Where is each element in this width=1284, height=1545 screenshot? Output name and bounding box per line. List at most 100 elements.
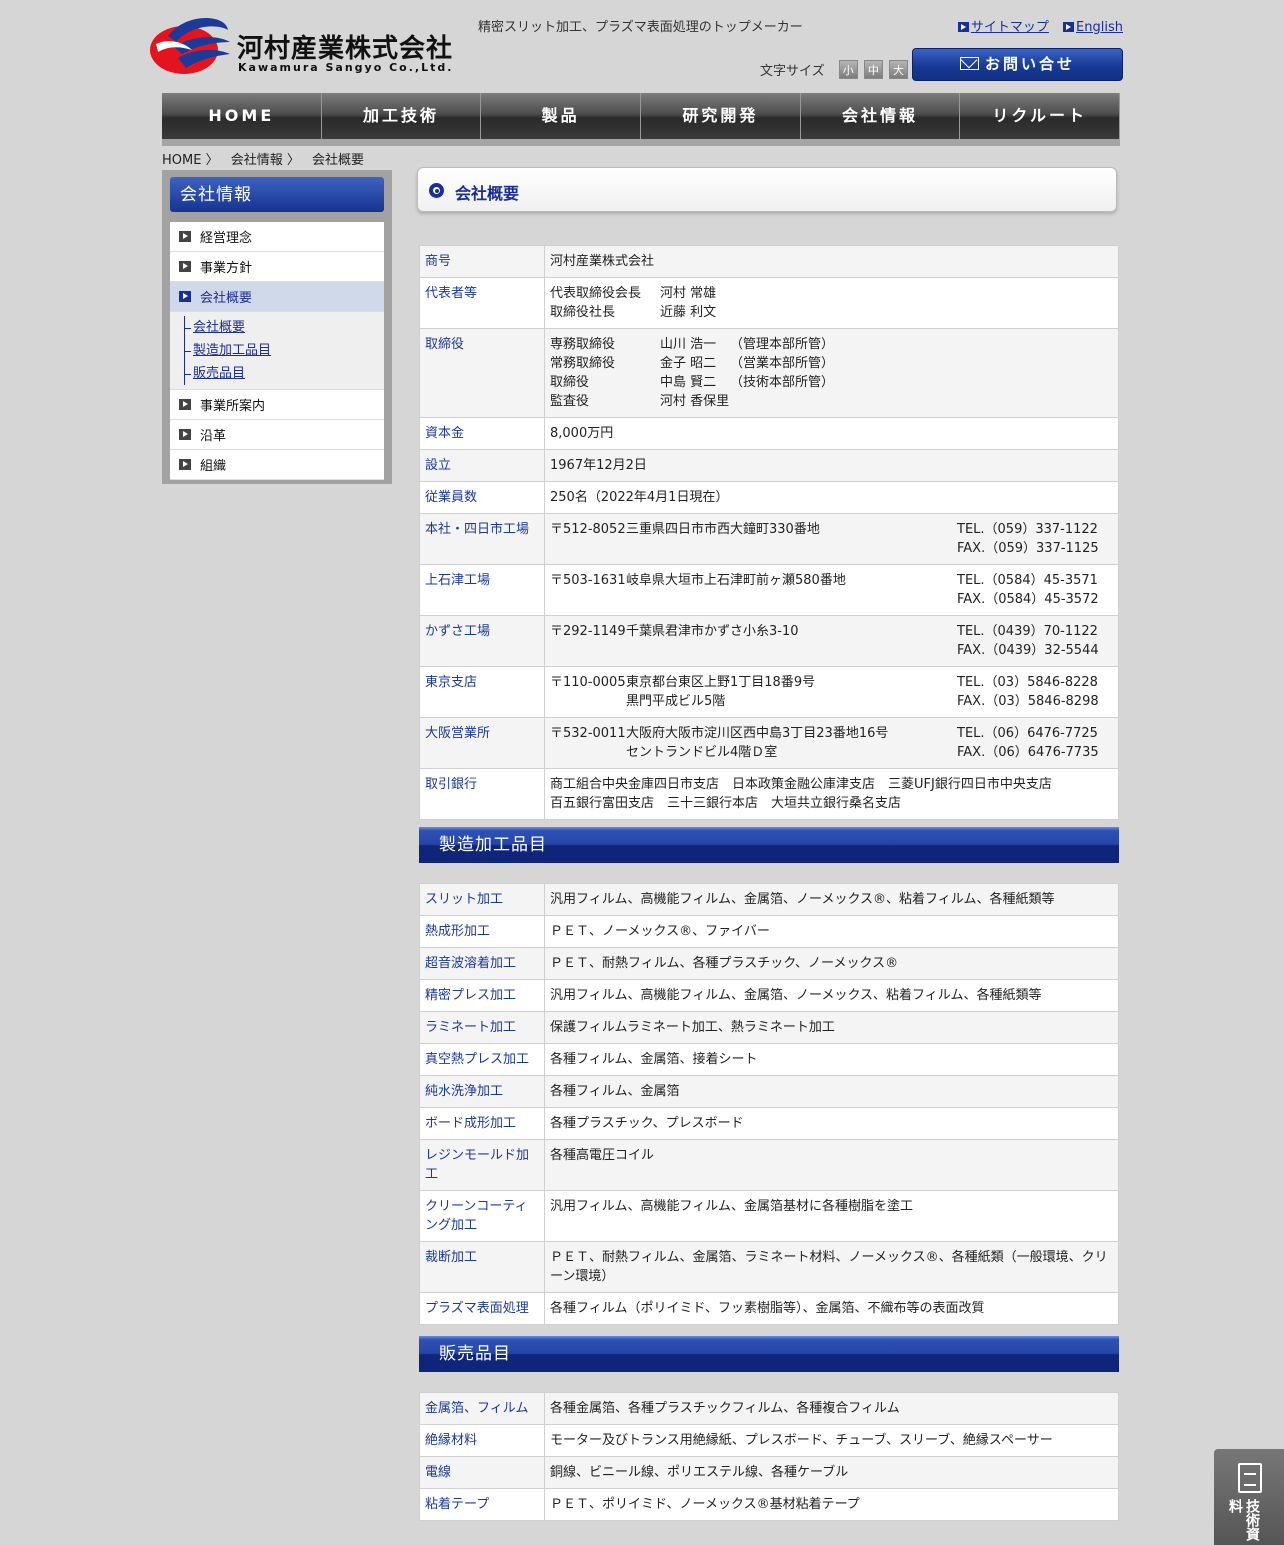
sidebar-item-organization[interactable]: 組織	[170, 450, 384, 480]
sitemap-link[interactable]: サイトマップ	[957, 20, 1049, 35]
table-row: 純水洗浄加工 各種フィルム、金属箔	[419, 1075, 1119, 1108]
sales-table: 金属箔、フィルム 各種金属箔、各種プラスチックフィルム、各種複合フィルム 絶縁材料モ…	[419, 1392, 1119, 1521]
row-value: 各種フィルム、金属箔	[544, 1075, 1119, 1108]
font-size-medium-button[interactable]: 中	[863, 60, 883, 79]
sidebar-item-philosophy[interactable]: 経営理念	[170, 222, 384, 252]
table-row: 裁断加工 ＰＥＴ、耐熱フィルム、金属箔、ラミネート材料、ノーメックス®、各種紙類（…	[419, 1241, 1119, 1293]
breadcrumb-home[interactable]: HOME 〉	[162, 153, 219, 168]
row-value: モーター及びトランス用絶縁紙、プレスボード、チューブ、スリーブ、絶縁スペーサー	[544, 1424, 1119, 1457]
row-value: 汎用フィルム、高機能フィルム、金属箔、ノーメックス、粘着フィルム、各種紙類等	[544, 979, 1119, 1012]
sidebar-menu: 経営理念 事業方針 会社概要 会社概要 製造加工品目 販売品目 事業所案内 沿革…	[170, 222, 384, 480]
fax-number: FAX.（03）5846-8298	[957, 694, 1099, 709]
document-icon	[1238, 1463, 1262, 1493]
row-label: 超音波溶着加工	[419, 947, 545, 980]
responsibility: （営業本部所管）	[730, 356, 835, 371]
global-nav: HOME 加工技術 製品 研究開発 会社情報 リクルート	[162, 93, 1121, 146]
sidebar-subitem-sales[interactable]: 販売品目	[184, 362, 384, 385]
address-line: 東京都台東区上野1丁目18番9号	[626, 675, 816, 690]
row-label: 電線	[419, 1456, 545, 1489]
font-size-small-button[interactable]: 小	[838, 60, 858, 79]
nav-company-info[interactable]: 会社情報	[800, 93, 961, 139]
contact-button[interactable]: お問い合せ	[912, 48, 1123, 81]
person-name: 河村 香保里	[660, 394, 730, 409]
table-row: 真空熱プレス加工 各種フィルム、金属箔、接着シート	[419, 1043, 1119, 1076]
font-size-large-button[interactable]: 大	[889, 60, 909, 79]
address-line: 千葉県君津市かずさ小糸3-10	[626, 624, 799, 639]
postal-code: 〒292-1149	[550, 624, 626, 639]
arrow-icon	[179, 459, 191, 470]
nav-home[interactable]: HOME	[162, 93, 322, 139]
fax-number: FAX.（06）6476-7735	[957, 745, 1099, 760]
technical-documents-tab[interactable]: 技術資料	[1214, 1449, 1284, 1545]
person-name: 中島 賢二	[660, 375, 717, 390]
technical-documents-label: 技術資料	[1227, 1499, 1260, 1541]
top-links: サイトマップ English	[948, 16, 1123, 35]
table-row: 絶縁材料 モーター及びトランス用絶縁紙、プレスボード、チューブ、スリーブ、絶縁スペ…	[419, 1424, 1119, 1457]
table-row: 上石津工場 〒503-1631 岐阜県大垣市上石津町前ヶ瀬580番地 TEL.（…	[419, 564, 1119, 616]
table-row: 代表者等 代表取締役会長 河村 常雄 取締役社長 近藤 利文	[419, 277, 1119, 329]
row-label: 真空熱プレス加工	[419, 1043, 545, 1076]
english-label: English	[1076, 20, 1123, 35]
arrow-icon	[179, 261, 191, 272]
row-label: 資本金	[419, 417, 545, 450]
bullet-icon	[429, 183, 444, 198]
sidebar-submenu: 会社概要 製造加工品目 販売品目	[170, 312, 384, 390]
sidebar-item-label: 沿革	[200, 429, 227, 444]
sidebar-subitem-overview[interactable]: 会社概要	[184, 316, 384, 339]
table-row: 商号 河村産業株式会社	[419, 245, 1119, 278]
row-value: 河村産業株式会社	[544, 245, 1119, 278]
office-name: かずさ工場	[419, 615, 545, 667]
sidebar-item-policy[interactable]: 事業方針	[170, 252, 384, 282]
row-label: 粘着テープ	[419, 1488, 545, 1521]
row-value: 汎用フィルム、高機能フィルム、金属箔基材に各種樹脂を塗工	[544, 1190, 1119, 1242]
row-label: 金属箔、フィルム	[419, 1392, 545, 1425]
fax-number: FAX.（059）337-1125	[957, 541, 1099, 556]
logo-mark-icon	[150, 17, 230, 74]
row-label: 取引銀行	[419, 768, 545, 820]
table-row: 従業員数 250名（2022年4月1日現在）	[419, 481, 1119, 514]
nav-products[interactable]: 製品	[481, 93, 642, 139]
office-details: 〒532-0011 大阪府大阪市淀川区西中島3丁目23番地16号 セントランドビル…	[544, 717, 1119, 769]
arrow-icon	[179, 291, 191, 302]
responsibility: （管理本部所管）	[730, 337, 835, 352]
row-value: 専務取締役 山川 浩一 （管理本部所管） 常務取締役 金子 昭二 （営業本部所管） 取締…	[544, 328, 1119, 418]
sitemap-label: サイトマップ	[970, 20, 1049, 35]
row-value: ＰＥＴ、耐熱フィルム、各種プラスチック、ノーメックス®	[544, 947, 1119, 980]
table-row: 本社・四日市工場 〒512-8052 三重県四日市市西大鐘町330番地 TEL.…	[419, 513, 1119, 565]
row-label: 代表者等	[419, 277, 545, 329]
sidebar-item-label: 組織	[200, 459, 227, 474]
company-logo[interactable]: 河村産業株式会社 Kawamura Sangyo Co.,Ltd.	[148, 14, 463, 76]
postal-code: 〒532-0011	[550, 726, 626, 741]
nav-recruit[interactable]: リクルート	[960, 93, 1121, 139]
breadcrumb-company[interactable]: 会社情報 〉	[231, 153, 300, 168]
nav-processing-technology[interactable]: 加工技術	[321, 93, 482, 139]
phone-number: TEL.（059）337-1122	[957, 522, 1098, 537]
person-name: 河村 常雄	[660, 286, 717, 301]
address-line: 黒門平成ビル5階	[626, 694, 726, 709]
table-row: プラズマ表面処理 各種フィルム（ポリイミド、フッ素樹脂等）、金属箔、不織布等の表面…	[419, 1292, 1119, 1325]
arrow-icon	[1063, 22, 1075, 32]
sidebar-item-overview[interactable]: 会社概要	[170, 282, 384, 312]
english-link[interactable]: English	[1063, 20, 1123, 35]
row-label: 純水洗浄加工	[419, 1075, 545, 1108]
sidebar-subitem-manufacturing[interactable]: 製造加工品目	[184, 339, 384, 362]
position: 監査役	[550, 394, 590, 409]
sidebar-item-history[interactable]: 沿革	[170, 420, 384, 450]
logo-japanese-name: 河村産業株式会社	[237, 34, 454, 64]
tagline: 精密スリット加工、プラズマ表面処理のトップメーカー	[478, 20, 803, 35]
phone-number: TEL.（0439）70-1122	[957, 624, 1098, 639]
nav-research[interactable]: 研究開発	[641, 93, 801, 139]
table-row: 精密プレス加工 汎用フィルム、高機能フィルム、金属箔、ノーメックス、粘着フィルム、…	[419, 979, 1119, 1012]
table-row: 熱成形加工 ＰＥＴ、ノーメックス®、ファイバー	[419, 915, 1119, 948]
row-label: スリット加工	[419, 883, 545, 916]
row-value: 8,000万円	[544, 417, 1119, 450]
office-details: 〒512-8052 三重県四日市市西大鐘町330番地 TEL.（059）337-…	[544, 513, 1119, 565]
sidebar: 会社情報 経営理念 事業方針 会社概要 会社概要 製造加工品目 販売品目 事業所…	[162, 170, 392, 484]
page-title-text: 会社概要	[455, 184, 520, 203]
sidebar-item-offices[interactable]: 事業所案内	[170, 390, 384, 420]
office-details: 〒292-1149 千葉県君津市かずさ小糸3-10 TEL.（0439）70-1…	[544, 615, 1119, 667]
table-row: 東京支店 〒110-0005 東京都台東区上野1丁目18番9号 黒門平成ビル5階 …	[419, 666, 1119, 718]
position: 取締役社長	[550, 305, 616, 320]
row-value: 商工組合中央金庫四日市支店 日本政策金融公庫津支店 三菱UFJ銀行四日市中央支店…	[544, 768, 1119, 820]
table-row: 取締役 専務取締役 山川 浩一 （管理本部所管） 常務取締役 金子 昭二 （営業本部所管…	[419, 328, 1119, 418]
